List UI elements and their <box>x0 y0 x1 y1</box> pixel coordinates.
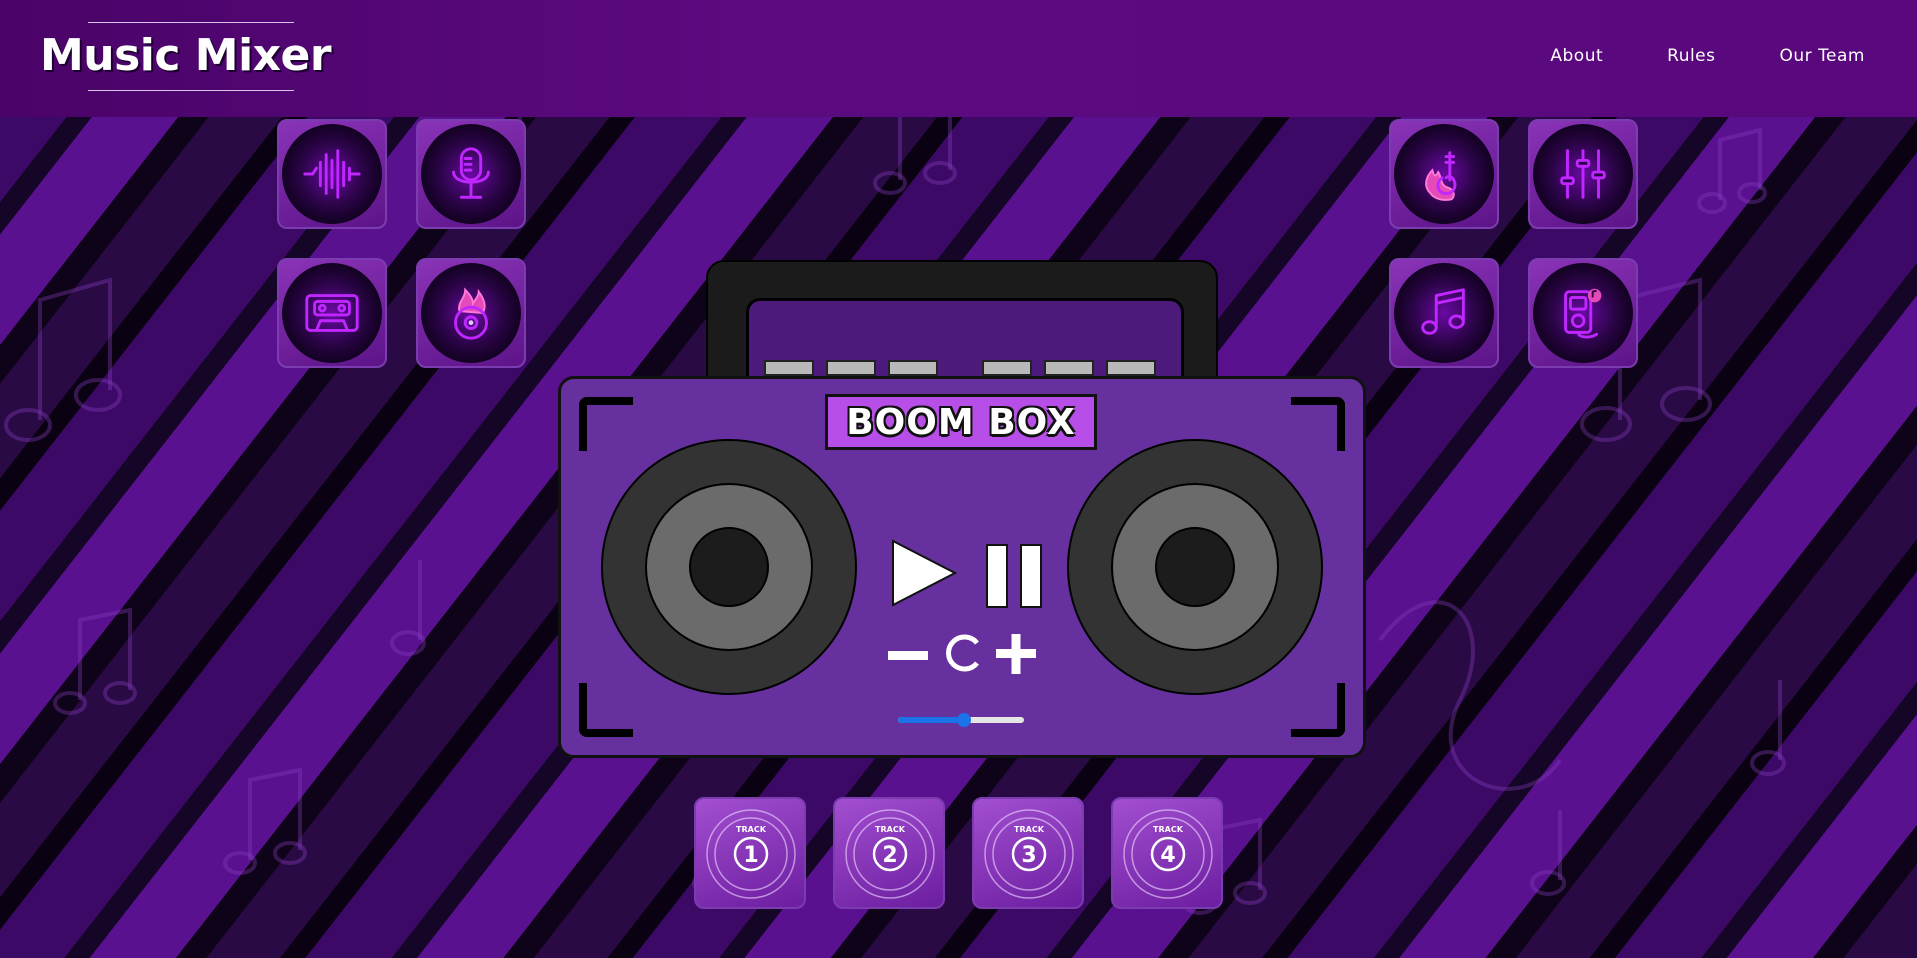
track-caption: TRACK <box>1153 825 1184 834</box>
minus-icon[interactable] <box>887 649 929 663</box>
corner-bracket <box>1291 397 1345 451</box>
track-disc-icon: TRACK 2 <box>845 809 935 899</box>
track-number: 4 <box>1160 843 1175 868</box>
boombox: BOOM BOX <box>558 260 1366 760</box>
track-number: 3 <box>1021 843 1036 868</box>
pause-icon[interactable] <box>985 543 1043 609</box>
volume-fill <box>898 717 964 723</box>
boombox-key <box>1106 360 1156 376</box>
boombox-key <box>764 360 814 376</box>
speaker-ring <box>1111 483 1279 651</box>
speaker-cone <box>689 527 769 607</box>
sound-tile-flaming-guitar[interactable] <box>1389 119 1499 229</box>
reload-icon[interactable] <box>941 631 985 675</box>
sound-tile-equalizer[interactable] <box>1528 119 1638 229</box>
volume-slider-thumb[interactable] <box>957 713 971 727</box>
sound-tile-music-player[interactable] <box>1528 258 1638 368</box>
boombox-key <box>982 360 1032 376</box>
play-icon[interactable] <box>889 539 957 607</box>
nav-our-team-link[interactable]: Our Team <box>1780 46 1865 66</box>
right-speaker <box>1067 439 1323 695</box>
boombox-nameplate: BOOM BOX <box>825 394 1097 450</box>
track-caption: TRACK <box>1014 825 1045 834</box>
track-button-1[interactable]: TRACK 1 <box>694 797 806 909</box>
track-caption: TRACK <box>875 825 906 834</box>
boombox-key <box>1044 360 1094 376</box>
sound-tile-flaming-record[interactable] <box>416 258 526 368</box>
soundwave-icon <box>303 149 361 199</box>
cassette-icon <box>305 294 359 332</box>
sound-tile-cassette[interactable] <box>277 258 387 368</box>
flaming-guitar-icon <box>1425 151 1457 201</box>
site-header: Music Mixer About Rules Our Team <box>0 0 1917 117</box>
nav-about-link[interactable]: About <box>1550 46 1603 66</box>
boombox-key <box>826 360 876 376</box>
track-number: 2 <box>882 843 897 868</box>
logo-divider-top <box>88 22 294 23</box>
boombox-label: BOOM BOX <box>846 401 1076 443</box>
track-number: 1 <box>743 843 758 868</box>
speaker-ring <box>645 483 813 651</box>
track-button-2[interactable]: TRACK 2 <box>833 797 945 909</box>
music-note-icon <box>1421 288 1465 335</box>
site-title: Music Mixer <box>40 30 332 81</box>
track-button-3[interactable]: TRACK 3 <box>972 797 1084 909</box>
plus-icon[interactable] <box>995 633 1037 675</box>
track-disc-icon: TRACK 4 <box>1123 809 1213 899</box>
track-disc-icon: TRACK 1 <box>706 809 796 899</box>
corner-bracket <box>579 397 633 451</box>
main-nav: About Rules Our Team <box>1550 46 1865 66</box>
corner-bracket <box>579 683 633 737</box>
sound-tile-microphone[interactable] <box>416 119 526 229</box>
equalizer-sliders-icon <box>1560 149 1606 199</box>
music-player-icon <box>1564 288 1602 339</box>
microphone-icon <box>452 147 490 199</box>
logo-divider-bottom <box>88 90 294 91</box>
speaker-cone <box>1155 527 1235 607</box>
sound-tile-music-note[interactable] <box>1389 258 1499 368</box>
boombox-body: BOOM BOX <box>558 376 1366 758</box>
sound-tile-soundwave[interactable] <box>277 119 387 229</box>
boombox-key <box>888 360 938 376</box>
left-speaker <box>601 439 857 695</box>
nav-rules-link[interactable]: Rules <box>1667 46 1715 66</box>
track-disc-icon: TRACK 3 <box>984 809 1074 899</box>
track-button-4[interactable]: TRACK 4 <box>1111 797 1223 909</box>
track-caption: TRACK <box>736 825 767 834</box>
corner-bracket <box>1291 683 1345 737</box>
flaming-record-icon <box>454 287 488 340</box>
